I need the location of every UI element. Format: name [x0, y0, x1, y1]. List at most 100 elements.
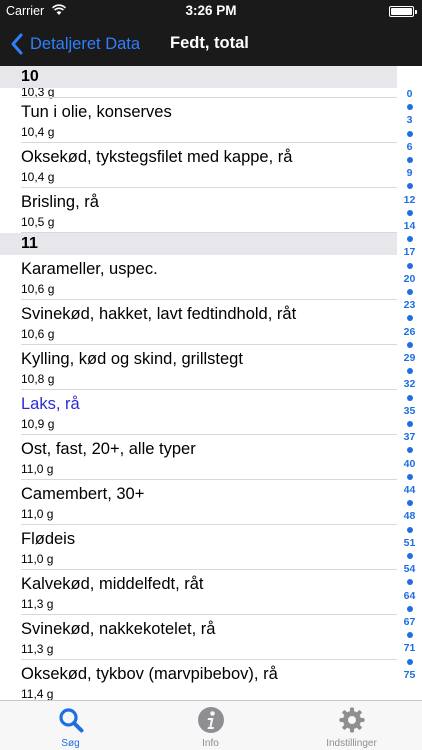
index-label[interactable]: 35	[397, 405, 422, 417]
tab-search-label: Søg	[61, 738, 80, 749]
list-item[interactable]: Laks, rå 10,9 g	[0, 390, 397, 435]
index-label[interactable]: 0	[397, 88, 422, 100]
index-label[interactable]: 44	[397, 484, 422, 496]
fat-value: 11,3 g	[21, 642, 54, 656]
food-name: Karameller, uspec.	[21, 260, 158, 278]
tab-settings[interactable]: Indstillinger	[281, 701, 422, 750]
index-dot	[407, 104, 413, 111]
list-item[interactable]: Brisling, rå 10,5 g	[0, 188, 397, 233]
index-label[interactable]: 17	[397, 246, 422, 258]
food-name: Kylling, kød og skind, grillstegt	[21, 350, 243, 368]
index-dot	[407, 368, 413, 375]
fat-value: 11,4 g	[21, 687, 54, 700]
index-label[interactable]: 54	[397, 563, 422, 575]
fat-value: 10,6 g	[21, 327, 55, 341]
fat-value: 11,0 g	[21, 507, 54, 521]
index-dot	[407, 289, 413, 295]
back-button-label: Detaljeret Data	[30, 34, 141, 53]
fat-value: 10,6 g	[21, 282, 55, 296]
index-label[interactable]: 75	[397, 669, 422, 681]
index-label[interactable]: 3	[397, 114, 422, 126]
fat-value: 10,9 g	[21, 417, 55, 431]
index-label[interactable]: 20	[397, 273, 422, 285]
index-dot	[407, 447, 413, 454]
list-item[interactable]: Karameller, uspec. 10,6 g	[0, 255, 397, 300]
list-item[interactable]: Flødeis 11,0 g	[0, 525, 397, 570]
navigation-bar: Detaljeret Data Fedt, total	[0, 22, 422, 66]
fat-value: 10,4 g	[21, 125, 55, 139]
index-dot	[407, 526, 413, 533]
index-label[interactable]: 40	[397, 458, 422, 470]
tab-info[interactable]: Info	[140, 701, 281, 750]
list-item[interactable]: Svinekød, hakket, lavt fedtindhold, råt 1…	[0, 300, 397, 345]
index-dot	[407, 421, 413, 427]
food-name: Svinekød, nakkekotelet, rå	[21, 620, 216, 638]
index-dot	[407, 473, 413, 480]
index-label[interactable]: 48	[397, 510, 422, 522]
back-button[interactable]: Detaljeret Data	[10, 22, 140, 66]
section-header: 11	[0, 233, 397, 255]
index-dot	[407, 658, 413, 665]
index-label[interactable]: 12	[397, 194, 422, 206]
food-name: Oksekød, tykstegsfilet med kappe, rå	[21, 148, 293, 166]
index-label[interactable]: 37	[397, 431, 422, 443]
index-label[interactable]: 67	[397, 616, 422, 628]
list-item[interactable]: Oksekød, tykbov (marvpibebov), rå 11,4 g	[0, 660, 397, 700]
index-dot	[407, 157, 413, 163]
list-item[interactable]: Oksekød, tykstegsfilet med kappe, rå 10,4…	[0, 143, 397, 188]
index-dot	[407, 341, 413, 348]
index-label[interactable]: 9	[397, 167, 422, 179]
index-dot	[407, 394, 413, 401]
food-name: Laks, rå	[21, 395, 80, 413]
food-name: Flødeis	[21, 530, 76, 548]
index-label[interactable]: 32	[397, 378, 422, 390]
food-name: Svinekød, hakket, lavt fedtindhold, råt	[21, 305, 297, 323]
index-dot	[407, 183, 413, 190]
list-item[interactable]: Ost, fast, 20+, alle typer 11,0 g	[0, 435, 397, 480]
index-label[interactable]: 29	[397, 352, 422, 364]
index-dot	[407, 209, 413, 216]
food-name: Ost, fast, 20+, alle typer	[21, 440, 196, 458]
index-label[interactable]: 23	[397, 299, 422, 311]
status-bar: Carrier 3:26 PM	[0, 0, 422, 22]
index-dot	[407, 605, 413, 612]
index-label[interactable]: 51	[397, 537, 422, 549]
index-dot	[407, 500, 413, 507]
index-dot	[407, 553, 413, 559]
index-label[interactable]: 14	[397, 220, 422, 232]
food-name: Brisling, rå	[21, 193, 99, 211]
food-name: Tun i olie, konserves	[21, 103, 172, 121]
fat-value: 11,0 g	[21, 552, 54, 566]
list-item[interactable]: Kalvekød, middelfedt, råt 11,3 g	[0, 570, 397, 615]
index-label[interactable]: 64	[397, 590, 422, 602]
section-header-sticky: 10	[0, 66, 397, 88]
info-icon	[197, 707, 224, 733]
food-list[interactable]: 10,3 g Tun i olie, konserves 10,4 g Oksekød…	[0, 66, 397, 700]
index-label[interactable]: 6	[397, 141, 422, 153]
index-label[interactable]: 71	[397, 642, 422, 654]
index-label[interactable]: 26	[397, 326, 422, 338]
section-index[interactable]: 0 3 6 9 12 14 17 20 23 26 29 32 35 37 40 44 48 51 54 64 67 71…	[397, 88, 422, 700]
tab-bar: Søg Info Indstillinger	[0, 700, 422, 750]
fat-value: 11,3 g	[21, 597, 54, 611]
index-dot	[407, 262, 413, 269]
fat-value: 10,4 g	[21, 170, 55, 184]
list-item[interactable]: Tun i olie, konserves 10,4 g	[0, 98, 397, 143]
index-dot	[407, 130, 413, 137]
list-item[interactable]: Svinekød, nakkekotelet, rå 11,3 g	[0, 615, 397, 660]
fat-value: 11,0 g	[21, 462, 54, 476]
battery-icon	[389, 6, 417, 17]
index-dot	[407, 236, 413, 243]
gear-icon	[339, 707, 364, 733]
food-name: Camembert, 30+	[21, 485, 145, 503]
page-title: Fedt, total	[170, 34, 249, 52]
list-item[interactable]: Camembert, 30+ 11,0 g	[0, 480, 397, 525]
fat-value: 10,8 g	[21, 372, 55, 386]
list-item[interactable]: Kylling, kød og skind, grillstegt 10,8 g	[0, 345, 397, 390]
index-dot	[407, 632, 413, 639]
food-name: Kalvekød, middelfedt, råt	[21, 575, 204, 593]
clock: 3:26 PM	[185, 3, 237, 18]
tab-search[interactable]: Søg	[0, 701, 141, 750]
fat-value: 10,5 g	[21, 215, 55, 229]
index-dot	[407, 315, 413, 322]
